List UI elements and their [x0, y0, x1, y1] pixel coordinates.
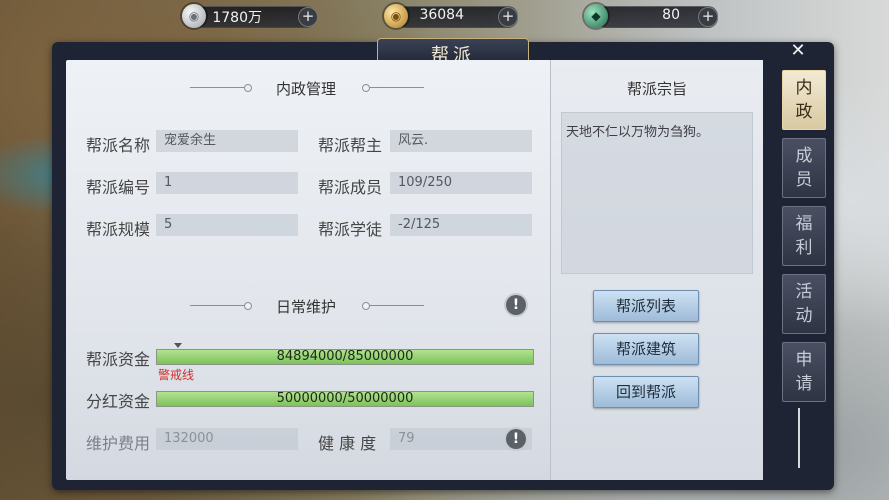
- silver-value: 1780万: [212, 10, 262, 26]
- guild-name-label: 帮派名称: [86, 136, 151, 155]
- tab-applications[interactable]: 申 请: [782, 342, 826, 402]
- return-to-guild-button[interactable]: 回到帮派: [593, 376, 699, 408]
- guild-building-button[interactable]: 帮派建筑: [593, 333, 699, 365]
- tab-rail-ornament: [798, 408, 810, 468]
- tab-char: 动: [795, 306, 813, 326]
- tab-char: 请: [795, 374, 813, 394]
- dividend-fund-bar: 50000000/50000000: [156, 391, 534, 407]
- add-jade-button[interactable]: +: [698, 7, 718, 27]
- heading-decoration: [362, 302, 424, 310]
- tab-char: 利: [795, 238, 813, 258]
- guild-members-value: 109/250: [390, 172, 532, 194]
- internal-affairs-panel: 内政管理 帮派名称 宠爱余生 帮派帮主 风云. 帮派编号 1 帮派成员 109/…: [66, 60, 598, 480]
- upkeep-cost-value: 132000: [156, 428, 298, 450]
- currency-jade: ◆ 80 +: [584, 4, 720, 28]
- tab-char: 内: [795, 78, 813, 98]
- guild-motto-panel: 帮派宗旨 天地不仁以万物为刍狗。 帮派列表 帮派建筑 回到帮派: [550, 60, 763, 480]
- motto-heading: 帮派宗旨: [626, 80, 687, 98]
- silver-coin-icon: ◉: [182, 4, 206, 28]
- health-info-icon[interactable]: !: [506, 429, 526, 449]
- jade-gem-icon: ◆: [584, 4, 608, 28]
- tab-char: 成: [795, 146, 813, 166]
- tab-char: 政: [795, 102, 813, 122]
- guild-id-label: 帮派编号: [86, 178, 151, 197]
- guild-scale-label: 帮派规模: [86, 220, 151, 239]
- tab-members[interactable]: 成 员: [782, 138, 826, 198]
- guild-apprentice-value: -2/125: [390, 214, 532, 236]
- gold-value: 36084: [419, 7, 464, 23]
- guild-apprentice-label: 帮派学徒: [318, 220, 383, 239]
- tab-internal-affairs[interactable]: 内 政: [782, 70, 826, 130]
- guild-name-value: 宠爱余生: [156, 130, 298, 152]
- warning-line-marker: [174, 343, 182, 348]
- heading-decoration: [190, 84, 252, 92]
- guild-scale-value: 5: [156, 214, 298, 236]
- guild-fund-text: 84894000/85000000: [276, 349, 414, 364]
- currency-gold: ◉ 36084 +: [384, 4, 520, 28]
- jade-value: 80: [662, 7, 680, 23]
- heading-decoration: [362, 84, 424, 92]
- heading-decoration: [190, 302, 252, 310]
- upkeep-cost-label: 维护费用: [86, 434, 151, 453]
- maintenance-heading: 日常维护: [275, 298, 336, 316]
- guild-members-label: 帮派成员: [318, 178, 383, 197]
- guild-id-value: 1: [156, 172, 298, 194]
- guild-leader-value: 风云.: [390, 130, 532, 152]
- tab-char: 申: [795, 350, 813, 370]
- currency-silver: ◉ 1780万 +: [182, 4, 318, 28]
- guild-fund-label: 帮派资金: [86, 350, 151, 369]
- health-label: 健 康 度: [318, 434, 377, 453]
- tab-char: 活: [795, 282, 813, 302]
- tab-char: 员: [795, 170, 813, 190]
- tab-welfare[interactable]: 福 利: [782, 206, 826, 266]
- internal-heading: 内政管理: [275, 80, 336, 98]
- guild-window: 帮派 ✕ 内政管理 帮派名称 宠爱余生 帮派帮主 风云. 帮派编号 1 帮派成员…: [52, 38, 834, 490]
- tab-activities[interactable]: 活 动: [782, 274, 826, 334]
- close-button[interactable]: ✕: [784, 40, 812, 62]
- tab-char: 福: [795, 214, 813, 234]
- dividend-fund-text: 50000000/50000000: [276, 391, 414, 406]
- guild-list-button[interactable]: 帮派列表: [593, 290, 699, 322]
- add-silver-button[interactable]: +: [298, 7, 318, 27]
- dividend-fund-label: 分红资金: [86, 392, 151, 411]
- maintenance-info-icon[interactable]: !: [506, 295, 526, 315]
- motto-text: 天地不仁以万物为刍狗。: [561, 112, 753, 274]
- warning-line-label: 警戒线: [158, 368, 195, 382]
- side-tabs: 内 政 成 员 福 利 活 动 申 请: [774, 60, 834, 480]
- gold-coin-icon: ◉: [384, 4, 408, 28]
- add-gold-button[interactable]: +: [498, 7, 518, 27]
- guild-fund-bar: 84894000/85000000: [156, 349, 534, 365]
- guild-leader-label: 帮派帮主: [318, 136, 383, 155]
